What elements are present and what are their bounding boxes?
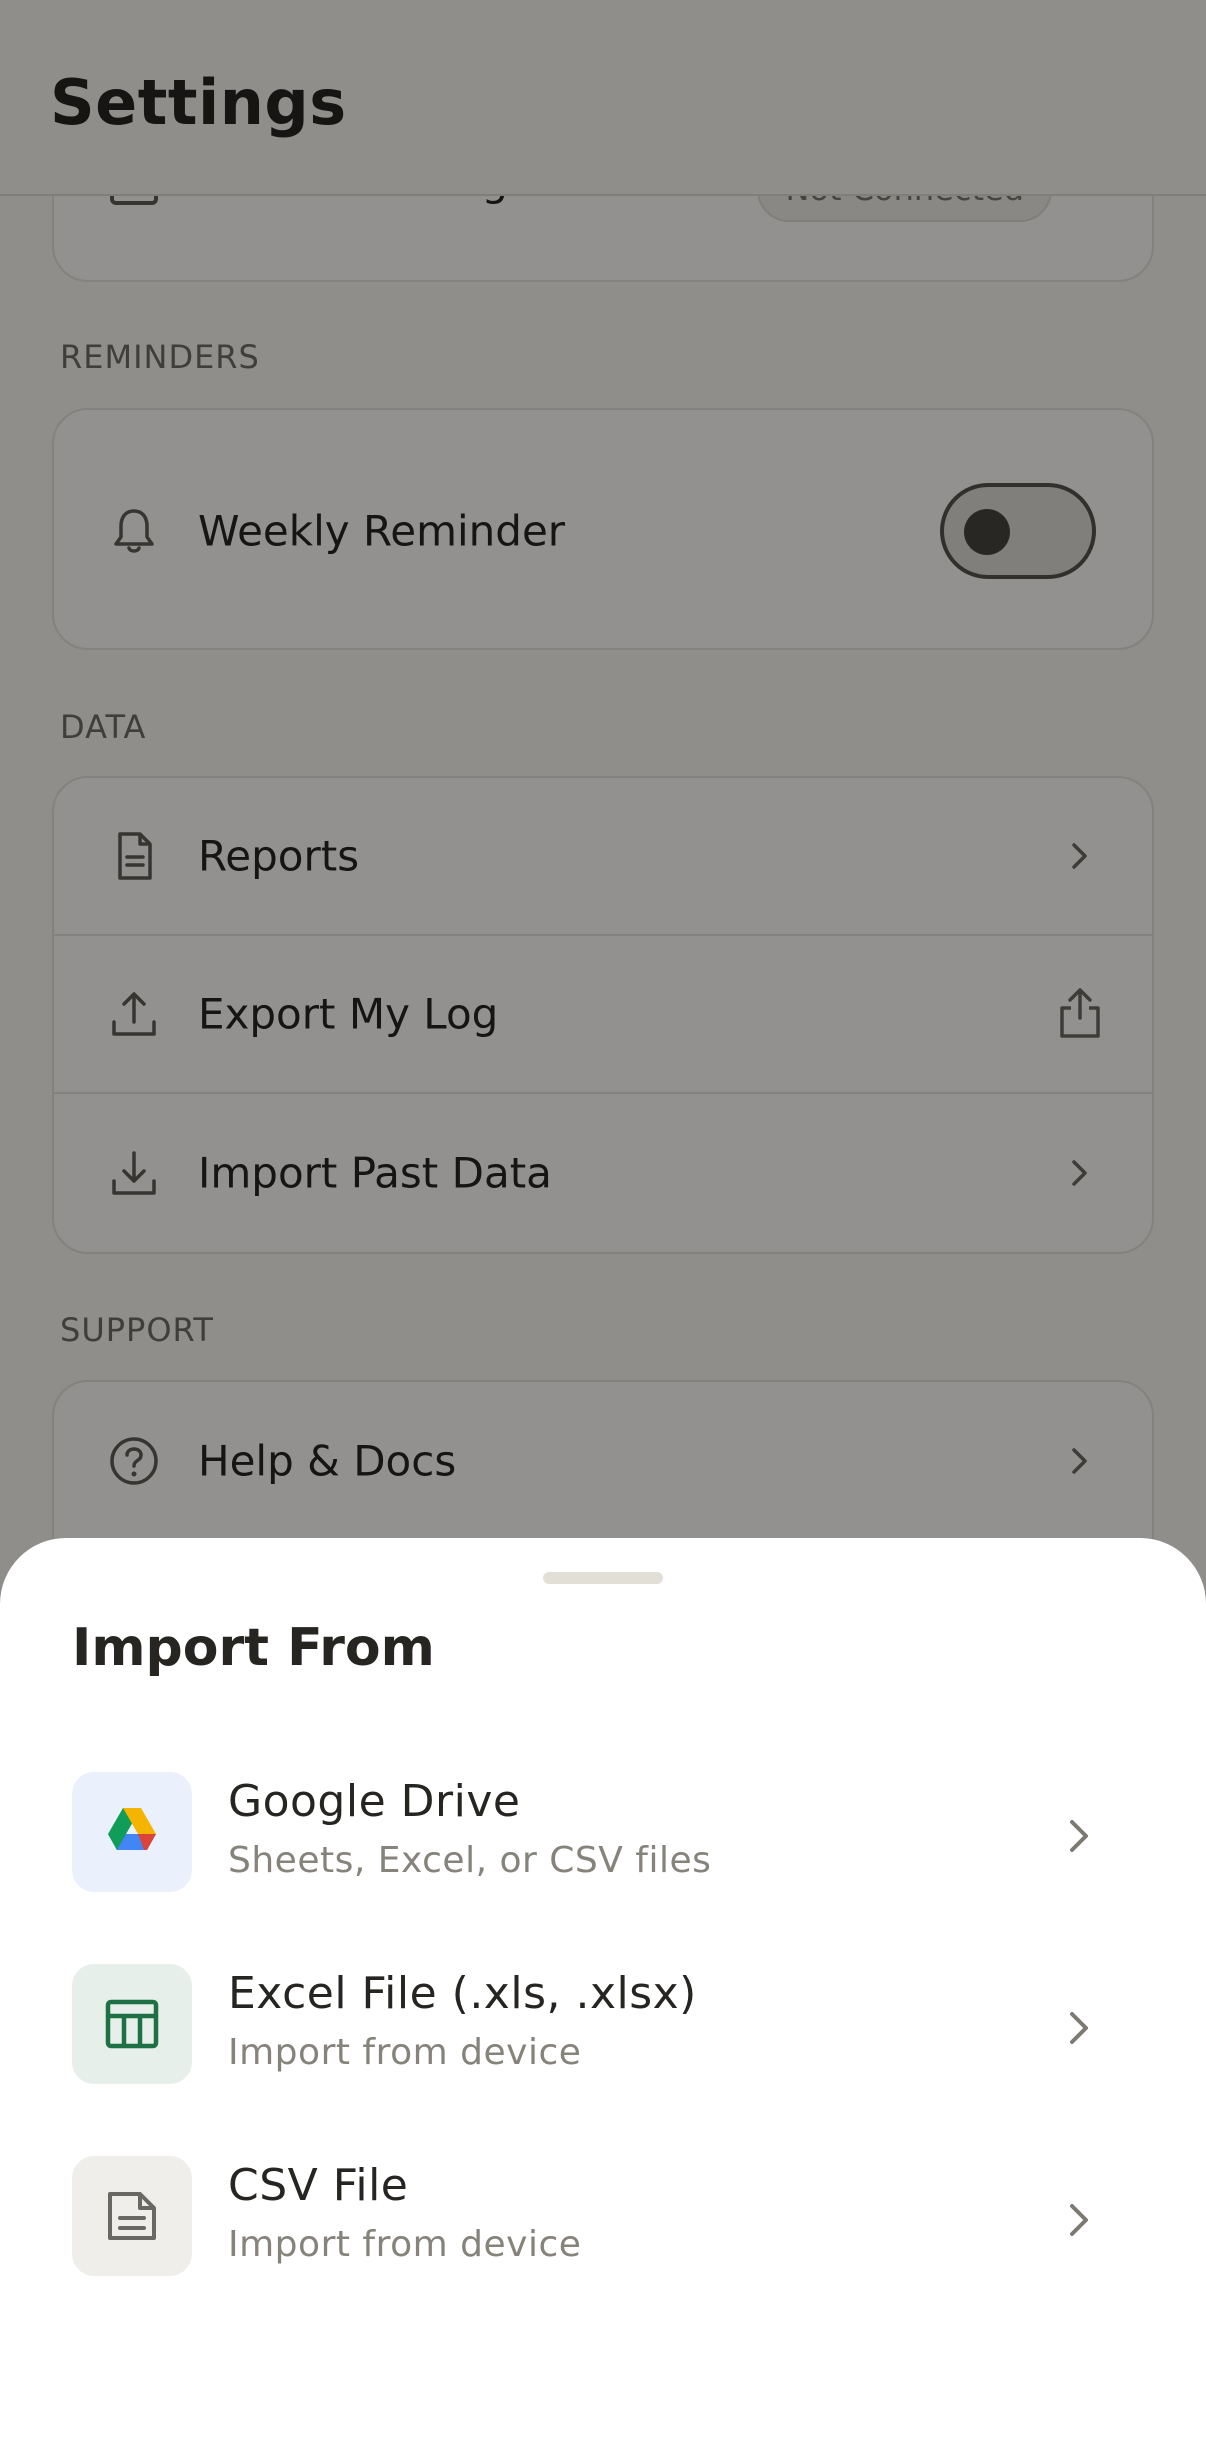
import-option-excel-file[interactable]: Excel File (.xls, .xlsx) Import from dev… (72, 1964, 1134, 2086)
google-drive-icon (108, 1808, 156, 1850)
csv-file-tile (72, 2156, 192, 2276)
option-subtitle: Import from device (228, 2224, 582, 2265)
excel-file-tile (72, 1964, 192, 2084)
import-from-sheet: Import From Google Drive Sheets, Excel, … (0, 1538, 1206, 2462)
option-title: CSV File (228, 2160, 409, 2211)
option-title: Excel File (.xls, .xlsx) (228, 1968, 697, 2019)
option-subtitle: Sheets, Excel, or CSV files (228, 1840, 712, 1881)
chevron-right-icon (1070, 1820, 1088, 1852)
chevron-right-icon (1070, 2204, 1088, 2236)
document-icon (108, 2192, 156, 2240)
google-drive-tile (72, 1772, 192, 1892)
import-option-google-drive[interactable]: Google Drive Sheets, Excel, or CSV files (72, 1772, 1134, 1894)
option-subtitle: Import from device (228, 2032, 582, 2073)
spreadsheet-icon (105, 1999, 159, 2049)
import-option-csv-file[interactable]: CSV File Import from device (72, 2156, 1134, 2278)
sheet-drag-handle[interactable] (543, 1572, 663, 1584)
chevron-right-icon (1070, 2012, 1088, 2044)
sheet-title: Import From (72, 1618, 435, 1678)
option-title: Google Drive (228, 1776, 521, 1827)
